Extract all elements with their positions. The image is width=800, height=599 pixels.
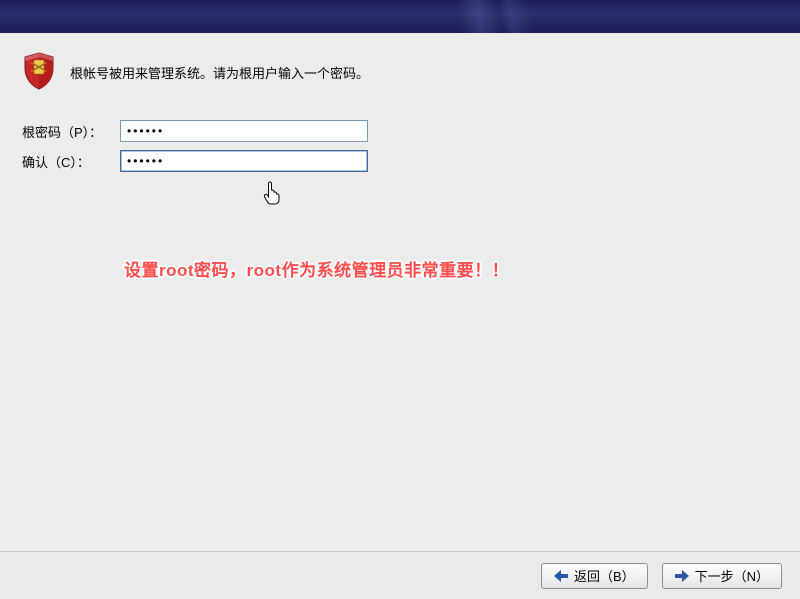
back-button[interactable]: 返回（B） <box>541 563 648 589</box>
next-button[interactable]: 下一步（N） <box>662 563 782 589</box>
confirm-password-input[interactable] <box>120 150 368 172</box>
confirm-label: 确认（C）： <box>22 152 120 171</box>
arrow-right-icon <box>675 570 689 582</box>
arrow-left-icon <box>554 570 568 582</box>
password-row: 根密码（P）： <box>22 120 778 142</box>
pointer-cursor-icon <box>262 180 284 209</box>
confirm-row: 确认（C）： <box>22 150 778 172</box>
shield-icon <box>22 51 56 94</box>
back-button-label: 返回（B） <box>574 566 635 585</box>
installer-header-bar <box>0 0 800 33</box>
footer-bar: 返回（B） 下一步（N） <box>0 551 800 599</box>
main-content: 根帐号被用来管理系统。请为根用户输入一个密码。 根密码（P）： 确认（C）： <box>0 33 800 172</box>
intro-row: 根帐号被用来管理系统。请为根用户输入一个密码。 <box>22 51 778 94</box>
next-button-label: 下一步（N） <box>695 566 769 585</box>
annotation-text: 设置root密码，root作为系统管理员非常重要！！ <box>124 256 509 281</box>
root-password-input[interactable] <box>120 120 368 142</box>
intro-text: 根帐号被用来管理系统。请为根用户输入一个密码。 <box>70 63 369 82</box>
password-label: 根密码（P）： <box>22 122 120 141</box>
